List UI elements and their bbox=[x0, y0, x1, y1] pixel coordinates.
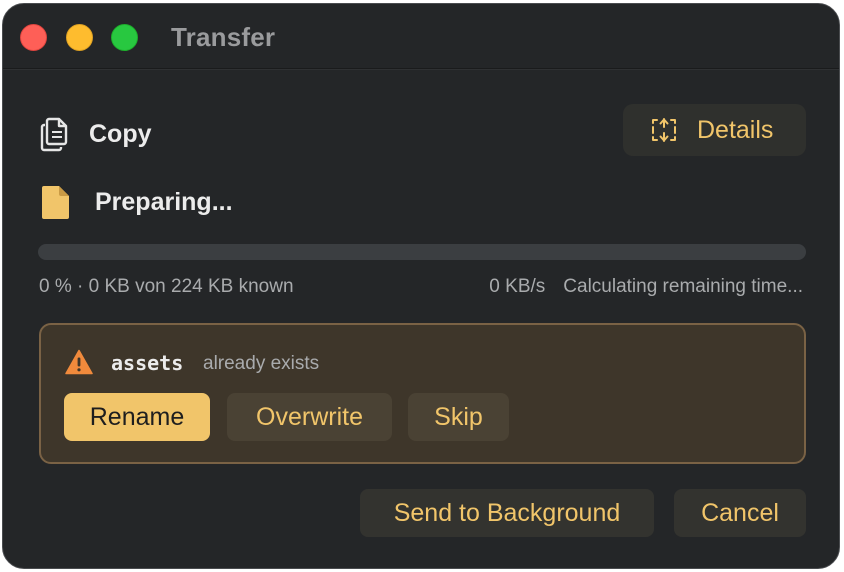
warning-icon bbox=[65, 349, 93, 375]
skip-button[interactable]: Skip bbox=[408, 393, 509, 441]
current-file-row: Preparing... bbox=[41, 182, 233, 222]
conflict-item-name: assets bbox=[111, 351, 184, 375]
cancel-button[interactable]: Cancel bbox=[674, 489, 806, 537]
details-button-label: Details bbox=[697, 115, 774, 144]
transfer-window: Transfer Copy Details Preparing... 0 % ·… bbox=[2, 3, 840, 569]
progress-summary: 0 % · 0 KB von 224 KB known bbox=[39, 276, 294, 297]
conflict-message: already exists bbox=[203, 353, 320, 374]
operation-label: Copy bbox=[89, 119, 152, 148]
expand-vertical-icon bbox=[652, 118, 676, 142]
maximize-window-button[interactable] bbox=[111, 24, 138, 51]
title-bar[interactable]: Transfer bbox=[3, 4, 839, 69]
copy-icon bbox=[40, 117, 68, 152]
send-to-background-button[interactable]: Send to Background bbox=[360, 489, 654, 537]
operation-row: Copy bbox=[39, 114, 152, 154]
window-title: Transfer bbox=[171, 22, 276, 52]
rename-button[interactable]: Rename bbox=[64, 393, 210, 441]
minimize-window-button[interactable] bbox=[66, 24, 93, 51]
progress-bar bbox=[38, 244, 806, 260]
progress-rate-info: 0 KB/s Calculating remaining time... bbox=[489, 276, 803, 298]
close-window-button[interactable] bbox=[20, 24, 47, 51]
transfer-speed: 0 KB/s bbox=[489, 276, 546, 297]
file-status: Preparing... bbox=[95, 187, 233, 216]
conflict-panel: assets already exists Rename Overwrite S… bbox=[39, 323, 806, 464]
remaining-time: Calculating remaining time... bbox=[563, 276, 803, 297]
document-icon bbox=[42, 186, 69, 219]
overwrite-button[interactable]: Overwrite bbox=[227, 393, 392, 441]
details-button[interactable]: Details bbox=[623, 104, 806, 156]
